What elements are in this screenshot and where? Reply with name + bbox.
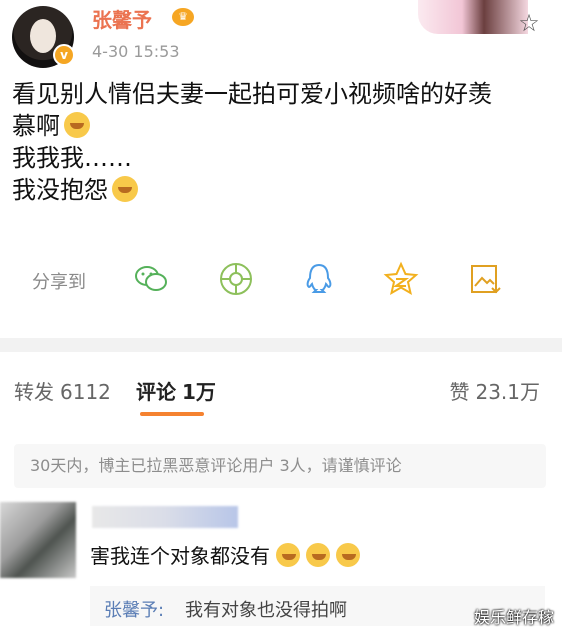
tab-repost-count: 6112: [60, 380, 111, 404]
laughing-emoji-icon: [64, 112, 90, 138]
tab-repost[interactable]: 转发 6112: [14, 376, 111, 405]
verified-badge-icon: v: [53, 44, 75, 66]
share-label: 分享到: [32, 272, 86, 293]
share-bar: 分享到: [0, 258, 562, 302]
tab-comments-label: 评论: [136, 380, 176, 404]
tab-likes[interactable]: 赞 23.1万: [449, 376, 540, 405]
comment-item: 害我连个对象都没有: [90, 540, 360, 569]
tab-likes-count: 23.1万: [475, 380, 540, 404]
post-content: 看见别人情侣夫妻一起拍可爱小视频啥的好羡 慕啊 我我我…… 我没抱怨: [12, 78, 552, 206]
qzone-icon[interactable]: [382, 260, 420, 298]
active-tab-indicator: [140, 412, 204, 416]
comment-notice: 30天内，博主已拉黑恶意评论用户 3人，请谨慎评论: [14, 444, 546, 488]
tab-repost-label: 转发: [14, 380, 54, 404]
awkward-emoji-icon: [306, 543, 330, 567]
post-timestamp: 4-30 15:53: [92, 42, 180, 61]
reply-text: 我有对象也没得拍啊: [185, 600, 347, 621]
post-text-line: 我没抱怨: [12, 176, 108, 204]
author-name[interactable]: 张馨予: [92, 4, 152, 33]
profile-banner-image: [418, 0, 528, 34]
commenter-name-blurred[interactable]: [92, 506, 238, 528]
section-divider: [0, 338, 562, 352]
tab-comments-count: 1万: [182, 380, 216, 404]
awkward-emoji-icon: [336, 543, 360, 567]
watermark: 娱乐鲜存稼: [473, 608, 554, 627]
vip-crown-icon: ♛: [172, 8, 194, 26]
post-header: v 张馨予 ♛ 4-30 15:53 ☆: [0, 0, 562, 70]
moments-icon[interactable]: [217, 260, 255, 298]
tab-likes-label: 赞: [449, 380, 470, 404]
comment-text: 害我连个对象都没有: [90, 544, 270, 568]
favorite-star-icon[interactable]: ☆: [514, 8, 544, 38]
post-text-line: 我我我……: [12, 144, 132, 172]
qq-icon[interactable]: [300, 260, 338, 298]
awkward-emoji-icon: [276, 543, 300, 567]
wechat-icon[interactable]: [132, 260, 170, 298]
commenter-avatar[interactable]: [0, 502, 76, 578]
save-image-icon[interactable]: [466, 260, 504, 298]
reply-author-link[interactable]: 张馨予:: [104, 596, 164, 622]
pouting-emoji-icon: [112, 176, 138, 202]
post-text-line: 慕啊: [12, 112, 60, 140]
post-text-line: 看见别人情侣夫妻一起拍可爱小视频啥的好羡: [12, 80, 492, 108]
post-tabs: 转发 6112 评论 1万 赞 23.1万: [0, 352, 562, 422]
tab-comments[interactable]: 评论 1万: [136, 376, 216, 405]
